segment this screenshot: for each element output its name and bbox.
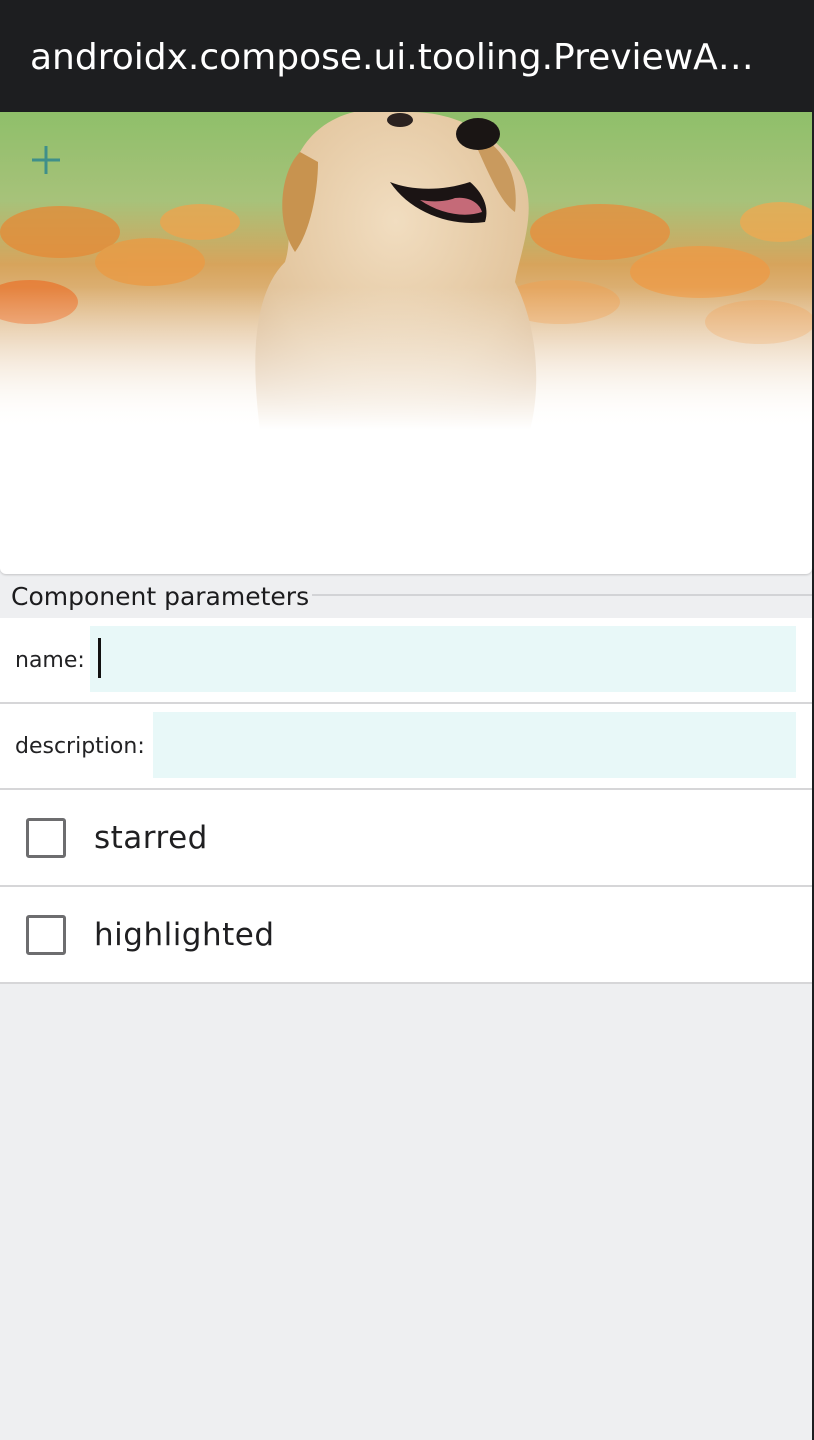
section-divider [312, 594, 814, 596]
highlighted-checkbox[interactable] [26, 915, 66, 955]
highlighted-label: highlighted [94, 917, 275, 953]
preview-card [0, 112, 812, 574]
name-param-row: name: [0, 618, 812, 704]
starred-param-row[interactable]: starred [0, 790, 812, 887]
highlighted-param-row[interactable]: highlighted [0, 887, 812, 984]
description-param-row: description: [0, 704, 812, 790]
name-input[interactable] [90, 626, 796, 692]
text-cursor [98, 638, 101, 678]
plus-icon[interactable] [30, 144, 62, 176]
starred-checkbox[interactable] [26, 818, 66, 858]
section-title: Component parameters [11, 582, 310, 611]
starred-label: starred [94, 820, 208, 856]
app-bar: androidx.compose.ui.tooling.PreviewA… [0, 0, 814, 112]
puppy-image [0, 112, 812, 430]
app-title: androidx.compose.ui.tooling.PreviewA… [30, 37, 754, 78]
description-label: description: [15, 734, 145, 759]
description-input[interactable] [153, 712, 796, 778]
component-parameters-header: Component parameters [0, 574, 814, 618]
name-label: name: [15, 648, 85, 673]
